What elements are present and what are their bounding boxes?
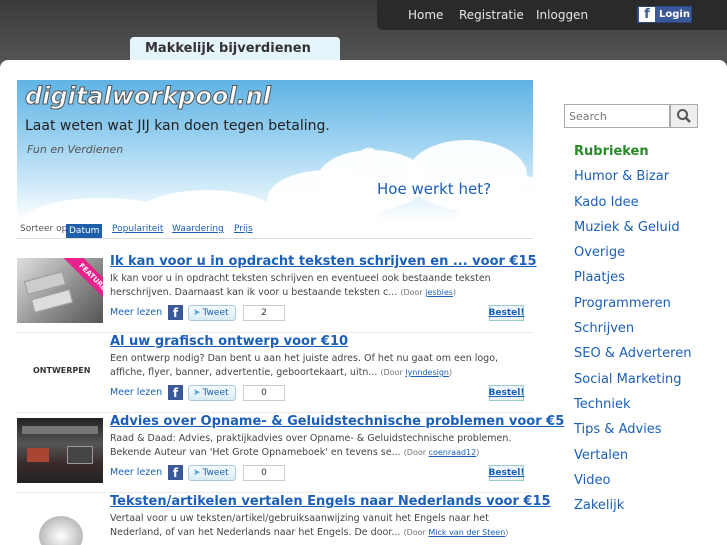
facebook-share-icon[interactable]: f <box>168 465 183 480</box>
list-item: Teksten/artikelen vertalen Engels naar N… <box>17 493 551 545</box>
author-suffix: ) <box>476 448 480 457</box>
sort-option-popularity[interactable]: Populariteit <box>112 224 163 234</box>
sort-option-price[interactable]: Prijs <box>234 224 253 234</box>
facebook-icon: f <box>639 7 655 22</box>
order-button[interactable]: Bestel! <box>489 385 524 401</box>
tweet-count: 0 <box>243 385 285 401</box>
tweet-label: Tweet <box>202 388 229 398</box>
category-heading: Rubrieken <box>574 144 649 159</box>
author-link[interactable]: Mick van der Steen <box>428 528 505 537</box>
item-author: (Door lynndesign) <box>380 368 452 377</box>
site-logo[interactable]: digitalworkpool.nl <box>25 82 272 111</box>
item-description: Een ontwerp nodig? Dan bent u aan het ju… <box>110 352 533 380</box>
category-techniek[interactable]: Techniek <box>574 397 691 422</box>
mixer-panel-shape <box>27 448 49 462</box>
author-prefix: (Door <box>400 288 426 297</box>
mixer-panel-shape <box>67 446 93 464</box>
read-more-link[interactable]: Meer lezen <box>110 467 162 478</box>
read-more-link[interactable]: Meer lezen <box>110 387 162 398</box>
search-icon <box>677 109 691 123</box>
sort-label: Sorteer op <box>20 224 68 234</box>
category-list: Rubrieken Humor & Bizar Kado Idee Muziek… <box>574 144 691 523</box>
category-humor-bizar[interactable]: Humor & Bizar <box>574 169 691 194</box>
order-button[interactable]: Bestel! <box>489 305 524 321</box>
item-title[interactable]: Teksten/artikelen vertalen Engels naar N… <box>110 494 551 509</box>
euro-icon: € <box>357 142 377 175</box>
list-item: ONTWERPEN Al uw grafisch ontwerp voor €1… <box>17 333 533 413</box>
hero-banner: digitalworkpool.nl Laat weten wat JIJ ka… <box>17 80 533 220</box>
globe-shape <box>39 516 83 545</box>
category-kado-idee[interactable]: Kado Idee <box>574 195 691 220</box>
category-muziek-geluid[interactable]: Muziek & Geluid <box>574 220 691 245</box>
item-description: Vertaal voor u uw teksten/artikel/gebrui… <box>110 512 533 540</box>
category-social-marketing[interactable]: Social Marketing <box>574 372 691 397</box>
item-author: (Door jesbies) <box>400 288 456 297</box>
category-programmeren[interactable]: Programmeren <box>574 296 691 321</box>
tweet-label: Tweet <box>202 468 229 478</box>
item-description: Raad & Daad: Advies, praktijkadvies over… <box>110 432 533 460</box>
how-it-works-link[interactable]: Hoe werkt het? <box>377 180 491 198</box>
category-seo-adverteren[interactable]: SEO & Adverteren <box>574 346 691 371</box>
item-title[interactable]: Advies over Opname- & Geluidstechnische … <box>110 414 564 429</box>
tweet-button[interactable]: ➤ Tweet <box>188 465 236 481</box>
category-overige[interactable]: Overige <box>574 245 691 270</box>
read-more-link[interactable]: Meer lezen <box>110 307 162 318</box>
author-prefix: (Door <box>380 368 406 377</box>
sort-bar: Sorteer op Datum Populariteit Waardering… <box>17 221 533 239</box>
category-zakelijk[interactable]: Zakelijk <box>574 498 691 523</box>
sort-option-rating[interactable]: Waardering <box>172 224 224 234</box>
author-link[interactable]: jesbies <box>425 288 453 297</box>
search-button[interactable] <box>670 104 698 128</box>
item-title[interactable]: Al uw grafisch ontwerp voor €10 <box>110 334 348 349</box>
thumbnail-label: ONTWERPEN <box>33 366 91 375</box>
banner-slogan: Laat weten wat JIJ kan doen tegen betali… <box>25 118 330 134</box>
item-title[interactable]: Ik kan voor u in opdracht teksten schrij… <box>110 254 537 269</box>
item-thumbnail[interactable] <box>17 498 103 545</box>
tweet-button[interactable]: ➤ Tweet <box>188 305 236 321</box>
category-schrijven[interactable]: Schrijven <box>574 321 691 346</box>
author-prefix: (Door <box>403 528 429 537</box>
facebook-login-label: Login <box>659 9 690 20</box>
nav-register-link[interactable]: Registratie <box>459 8 524 22</box>
facebook-share-icon[interactable]: f <box>168 305 183 320</box>
twitter-bird-icon: ➤ <box>193 388 201 398</box>
twitter-bird-icon: ➤ <box>193 308 201 318</box>
order-button[interactable]: Bestel! <box>489 465 524 481</box>
item-author: (Door coenraad12) <box>404 448 480 457</box>
author-link[interactable]: lynndesign <box>405 368 449 377</box>
author-link[interactable]: coenraad12 <box>429 448 477 457</box>
banner-subtitle: Fun en Verdienen <box>27 143 124 156</box>
tweet-count: 0 <box>243 465 285 481</box>
category-vertalen[interactable]: Vertalen <box>574 448 691 473</box>
item-thumbnail[interactable]: FEATURED <box>17 258 103 323</box>
item-thumbnail[interactable]: ONTWERPEN <box>17 338 103 403</box>
tagline-tab: Makkelijk bijverdienen <box>130 37 340 61</box>
list-item: Advies over Opname- & Geluidstechnische … <box>17 413 564 493</box>
item-description: Ik kan voor u in opdracht teksten schrij… <box>110 272 533 300</box>
nav-login-link[interactable]: Inloggen <box>536 8 588 22</box>
category-plaatjes[interactable]: Plaatjes <box>574 270 691 295</box>
twitter-bird-icon: ➤ <box>193 468 201 478</box>
keyboard-key-shape <box>30 289 74 313</box>
facebook-share-icon[interactable]: f <box>168 385 183 400</box>
author-suffix: ) <box>505 528 509 537</box>
list-item: FEATURED Ik kan voor u in opdracht tekst… <box>17 253 537 333</box>
category-video[interactable]: Video <box>574 473 691 498</box>
tweet-count: 2 <box>243 305 285 321</box>
mixer-panel-shape <box>22 426 98 434</box>
tweet-button[interactable]: ➤ Tweet <box>188 385 236 401</box>
category-tips-advies[interactable]: Tips & Advies <box>574 422 691 447</box>
nav-home-link[interactable]: Home <box>408 8 443 22</box>
facebook-login-button[interactable]: f Login <box>637 6 692 23</box>
search-input[interactable] <box>564 104 670 128</box>
item-author: (Door Mick van der Steen) <box>403 528 508 537</box>
author-suffix: ) <box>448 368 453 377</box>
author-suffix: ) <box>452 288 457 297</box>
sort-option-date[interactable]: Datum <box>66 224 103 238</box>
item-thumbnail[interactable] <box>17 418 103 483</box>
author-prefix: (Door <box>403 448 429 457</box>
tweet-label: Tweet <box>202 308 229 318</box>
